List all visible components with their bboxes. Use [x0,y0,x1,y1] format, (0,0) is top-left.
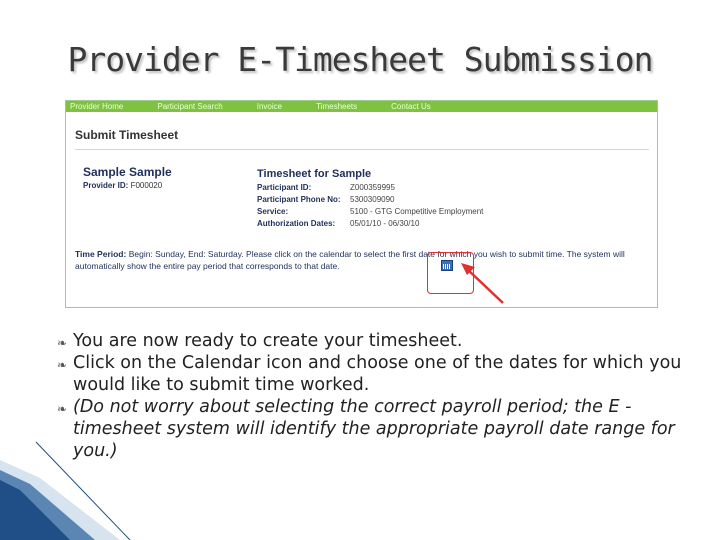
bullet-text: You are now ready to create your timeshe… [73,331,463,351]
participant-info: Participant ID: Z000359995 Participant P… [257,183,483,231]
provider-id-value: F000020 [130,181,163,190]
info-row: Participant ID: Z000359995 [257,183,483,195]
provider-id: Provider ID: F000020 [83,181,162,190]
field-value: 5300309090 [350,195,395,204]
bullet-text: Click on the Calendar icon and choose on… [73,353,682,395]
bullet-text: (Do not worry about selecting the correc… [73,397,675,461]
field-value: Z000359995 [350,183,395,192]
bullet-item: ❧ Click on the Calendar icon and choose … [57,352,697,396]
nav-bar: Provider Home Participant Search Invoice… [66,101,657,112]
pointer-arrow-icon [461,263,504,304]
divider [75,149,649,150]
field-value: 05/01/10 - 06/30/10 [350,219,420,228]
panel-title: Submit Timesheet [75,128,179,142]
nav-item-contact-us[interactable]: Contact Us [391,102,431,111]
slide-title: Provider E-Timesheet Submission [67,40,654,79]
bullet-icon: ❧ [57,358,68,372]
timesheet-title: Timesheet for Sample [257,168,372,180]
nav-item-invoice[interactable]: Invoice [257,102,282,111]
info-row: Service: 5100 - GTG Competitive Employme… [257,207,483,219]
bullet-item: ❧ You are now ready to create your times… [57,330,697,352]
nav-item-timesheets[interactable]: Timesheets [316,102,357,111]
nav-item-participant-search[interactable]: Participant Search [157,102,222,111]
time-period-label: Time Period: [75,249,127,259]
decorative-swoosh [0,441,131,540]
field-label: Authorization Dates: [257,219,336,228]
field-label: Participant Phone No: [257,195,341,204]
provider-id-label: Provider ID: [83,181,129,190]
nav-item-provider-home[interactable]: Provider Home [70,102,123,111]
info-row: Participant Phone No: 5300309090 [257,195,483,207]
field-label: Service: [257,207,289,216]
info-row: Authorization Dates: 05/01/10 - 06/30/10 [257,219,483,231]
bullet-icon: ❧ [57,336,68,350]
field-value: 5100 - GTG Competitive Employment [350,207,484,216]
bullet-icon: ❧ [57,402,68,416]
field-label: Participant ID: [257,183,312,192]
participant-name: Sample Sample [83,165,172,179]
